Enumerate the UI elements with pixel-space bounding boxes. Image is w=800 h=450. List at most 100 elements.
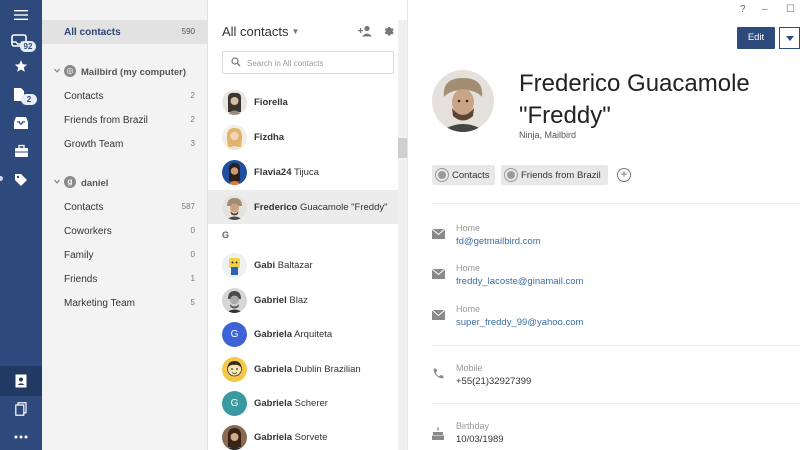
group-label: All contacts [64, 27, 121, 38]
contact-row-gabriela-scherer[interactable]: G Gabriela Scherer [208, 386, 398, 420]
group-count: 1 [190, 274, 195, 283]
drafts-count-badge: 2 [21, 94, 37, 105]
contact-last-name: Sorvete [294, 432, 328, 443]
avatar [222, 288, 247, 313]
contact-row-gabriela-arquiteta[interactable]: G Gabriela Arquiteta [208, 317, 398, 351]
avatar [222, 90, 247, 115]
email-link[interactable]: freddy_lacoste@ginamail.com [456, 276, 583, 287]
group-mailbird-contacts[interactable]: Contacts 2 [42, 84, 208, 108]
mailbird-contacts-app: 92 2 All contacts 590 ◎ Mailbird (my com… [0, 0, 800, 450]
chevron-down-icon [54, 179, 60, 184]
mailbird-account-icon: ◎ [64, 65, 76, 77]
group-friends[interactable]: Friends 1 [42, 267, 208, 291]
group-daniel-contacts[interactable]: Contacts 587 [42, 195, 208, 219]
group-count: 2 [190, 91, 195, 100]
email-icon [432, 310, 445, 320]
contact-row-gabriel-blaz[interactable]: Gabriel Blaz [208, 283, 398, 317]
contact-row-gabi-baltazar[interactable]: Gabi Baltazar [208, 248, 398, 282]
briefcase-icon [14, 144, 28, 157]
add-contact-button[interactable] [358, 24, 373, 42]
app-rail: 92 2 [0, 0, 42, 450]
edit-options-dropdown[interactable] [779, 27, 800, 49]
contact-row-gabriela-sorvete[interactable]: Gabriela Sorvete [208, 420, 398, 450]
email-type-label: Home [456, 263, 481, 273]
contact-last-name: Guacamole "Freddy" [299, 202, 388, 213]
list-filter-dropdown[interactable]: All contacts ▼ [222, 24, 299, 39]
contact-last-name: Arquiteta [294, 329, 333, 340]
contact-row-fizdha[interactable]: Fizdha [208, 120, 398, 154]
avatar [222, 160, 247, 185]
contact-row-gabriela-dublin[interactable]: Gabriela Dublin Brazilian [208, 352, 398, 386]
avatar-initial: G [222, 391, 247, 416]
documents-button[interactable] [0, 394, 42, 424]
group-all-contacts[interactable]: All contacts 590 [42, 20, 208, 44]
tags-button[interactable] [0, 165, 42, 195]
avatar [222, 195, 247, 220]
more-button[interactable] [0, 422, 42, 450]
contact-groups-panel: All contacts 590 ◎ Mailbird (my computer… [42, 0, 208, 450]
group-count: 2 [190, 115, 195, 124]
contact-list-scrollbar[interactable] [398, 20, 407, 450]
group-friends-from-brazil[interactable]: Friends from Brazil 2 [42, 108, 208, 132]
email-link[interactable]: fd@getmailbird.com [456, 236, 541, 247]
contact-first-name: Gabriela [254, 432, 293, 443]
group-label: Friends [64, 274, 98, 285]
birthday-label: Birthday [456, 421, 490, 431]
group-label: Coworkers [64, 226, 112, 237]
edit-button[interactable]: Edit [737, 27, 775, 49]
group-marketing-team[interactable]: Marketing Team 5 [42, 291, 208, 315]
contact-last-name: Scherer [294, 398, 328, 409]
contact-list-panel: All contacts▼ Fiorella Fizdha [208, 0, 408, 450]
group-family[interactable]: Family 0 [42, 243, 208, 267]
contact-row-fiorella[interactable]: Fiorella [208, 85, 398, 119]
search-icon [231, 57, 241, 67]
star-icon [14, 60, 28, 72]
contact-name: Gabi Baltazar [254, 260, 394, 271]
contact-first-name: Gabriel [254, 295, 287, 306]
contact-first-name: Gabriela [254, 329, 293, 340]
contacts-button[interactable] [0, 366, 42, 396]
phone-number[interactable]: +55(21)32927399 [456, 376, 531, 387]
contact-row-frederico[interactable]: Frederico Guacamole "Freddy" [208, 190, 398, 224]
account-header-mailbird[interactable]: ◎ Mailbird (my computer) [42, 62, 208, 82]
pages-icon [15, 402, 27, 416]
contact-first-name: Gabriela [254, 364, 293, 375]
starred-button[interactable] [0, 51, 42, 81]
more-dots-icon [14, 435, 28, 439]
maximize-button[interactable]: ☐ [786, 4, 795, 15]
avatar [222, 425, 247, 450]
group-coworkers[interactable]: Coworkers 0 [42, 219, 208, 243]
contact-first-name: Frederico [254, 202, 298, 213]
contact-first-name: Gabi [254, 260, 276, 271]
group-label: Marketing Team [64, 298, 135, 309]
scrollbar-thumb[interactable] [398, 138, 407, 158]
mailbird-tag-icon [505, 169, 517, 181]
list-settings-button[interactable] [383, 24, 395, 42]
tag-friends-from-brazil[interactable]: Friends from Brazil [501, 165, 608, 185]
drafts-button[interactable]: 2 [0, 80, 42, 110]
group-label: Friends from Brazil [64, 115, 148, 126]
minimize-button[interactable]: – [762, 4, 768, 15]
help-button[interactable]: ? [740, 4, 746, 15]
group-growth-team[interactable]: Growth Team 3 [42, 132, 208, 156]
email-type-label: Home [456, 223, 481, 233]
account-header-daniel[interactable]: g daniel [42, 173, 208, 193]
add-tag-button[interactable]: + [617, 168, 631, 182]
hamburger-icon [14, 10, 28, 20]
mailbird-tag-icon [436, 169, 448, 181]
contact-search-input[interactable] [247, 55, 387, 71]
contact-last-name: Blaz [289, 295, 308, 306]
email-link[interactable]: super_freddy_99@yahoo.com [456, 317, 583, 328]
contact-search-box[interactable] [222, 51, 394, 74]
archive-button[interactable] [0, 108, 42, 138]
list-title: All contacts [222, 24, 289, 39]
apps-button[interactable] [0, 136, 42, 166]
account-name: daniel [81, 178, 109, 189]
contact-photo [432, 70, 494, 132]
divider [432, 345, 800, 346]
contact-row-flavia24[interactable]: Flavia24 Tijuca [208, 155, 398, 189]
avatar [222, 357, 247, 382]
birthday-value: 10/03/1989 [456, 434, 504, 445]
tag-contacts[interactable]: Contacts [432, 165, 495, 185]
avatar [222, 125, 247, 150]
